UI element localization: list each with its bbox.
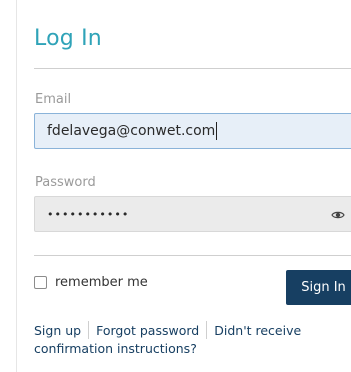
form-divider: [34, 255, 351, 256]
remember-checkbox[interactable]: [34, 276, 47, 289]
auth-links: Sign up Forgot password Didn't receive con…: [34, 321, 351, 358]
eye-icon[interactable]: [331, 208, 345, 222]
sign-in-button[interactable]: Sign In: [286, 270, 351, 305]
email-field[interactable]: fdelavega@conwet.com: [34, 113, 351, 149]
remember-label: remember me: [55, 275, 148, 290]
forgot-password-link[interactable]: Forgot password: [96, 323, 199, 338]
page-title: Log In: [34, 26, 102, 51]
email-field-value: fdelavega@conwet.com: [47, 123, 216, 139]
remember-me[interactable]: remember me: [34, 275, 148, 290]
login-card: Log In Email fdelavega@conwet.com Passwo…: [16, 0, 351, 372]
link-separator: [88, 321, 90, 339]
email-label: Email: [35, 92, 72, 107]
password-field-value: •••••••••••: [47, 207, 130, 221]
password-label: Password: [35, 175, 96, 190]
sign-up-link[interactable]: Sign up: [34, 323, 81, 338]
password-field[interactable]: •••••••••••: [34, 196, 351, 232]
text-caret: [216, 122, 218, 140]
title-divider: [34, 68, 351, 69]
link-separator: [206, 321, 208, 339]
